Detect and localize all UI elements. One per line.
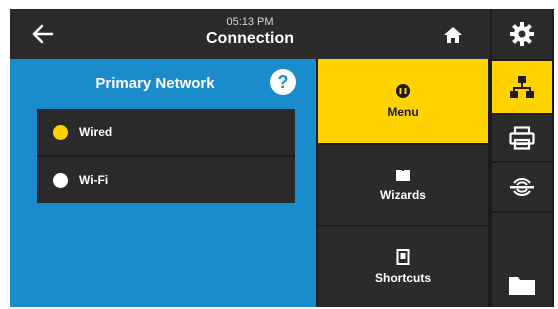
radio-selected-icon (53, 124, 68, 140)
shortcuts-button[interactable]: Shortcuts (318, 227, 488, 307)
home-icon (444, 27, 462, 43)
back-button[interactable] (26, 18, 60, 50)
sidebar-item-network[interactable] (492, 61, 552, 113)
sidebar-item-settings[interactable] (492, 9, 552, 59)
wizards-button-label: Wizards (380, 188, 426, 202)
option-label: Wired (79, 125, 113, 139)
menu-button-label: Menu (387, 105, 419, 119)
menu-button[interactable]: Menu (318, 59, 488, 143)
clock: 05:13 PM (226, 16, 274, 28)
menu-icon (396, 84, 410, 98)
option-wifi[interactable]: Wi-Fi (37, 157, 295, 203)
sidebar-item-printer[interactable] (492, 115, 552, 161)
menu-column: Menu Wizards Shortcuts (318, 59, 488, 307)
wizards-button[interactable]: Wizards (318, 145, 488, 225)
shortcuts-button-label: Shortcuts (374, 271, 431, 285)
sensor-icon (510, 178, 534, 196)
panel-title: Primary Network (95, 75, 215, 92)
printer-screen: 05:13 PM Connection Primary Network ? Wi… (10, 9, 554, 307)
network-option-list: Wired Wi-Fi (37, 109, 295, 203)
home-button[interactable] (438, 21, 468, 49)
book-icon (396, 170, 410, 181)
option-label: Wi-Fi (79, 173, 109, 187)
sidebar (490, 9, 554, 307)
back-arrow-icon (32, 24, 54, 44)
help-button[interactable]: ? (270, 69, 296, 95)
primary-network-panel: Primary Network ? Wired Wi-Fi (10, 59, 316, 307)
folder-icon (509, 277, 535, 295)
sidebar-item-storage[interactable] (492, 213, 552, 307)
option-wired[interactable]: Wired (37, 109, 295, 157)
bookmark-icon (396, 249, 410, 265)
gear-icon (510, 22, 534, 46)
network-icon (510, 76, 534, 98)
printer-icon (509, 126, 535, 150)
header-bar: 05:13 PM Connection (10, 9, 490, 59)
page-title: Connection (206, 30, 294, 47)
sidebar-item-sensor[interactable] (492, 163, 552, 211)
radio-unselected-icon (53, 172, 68, 188)
